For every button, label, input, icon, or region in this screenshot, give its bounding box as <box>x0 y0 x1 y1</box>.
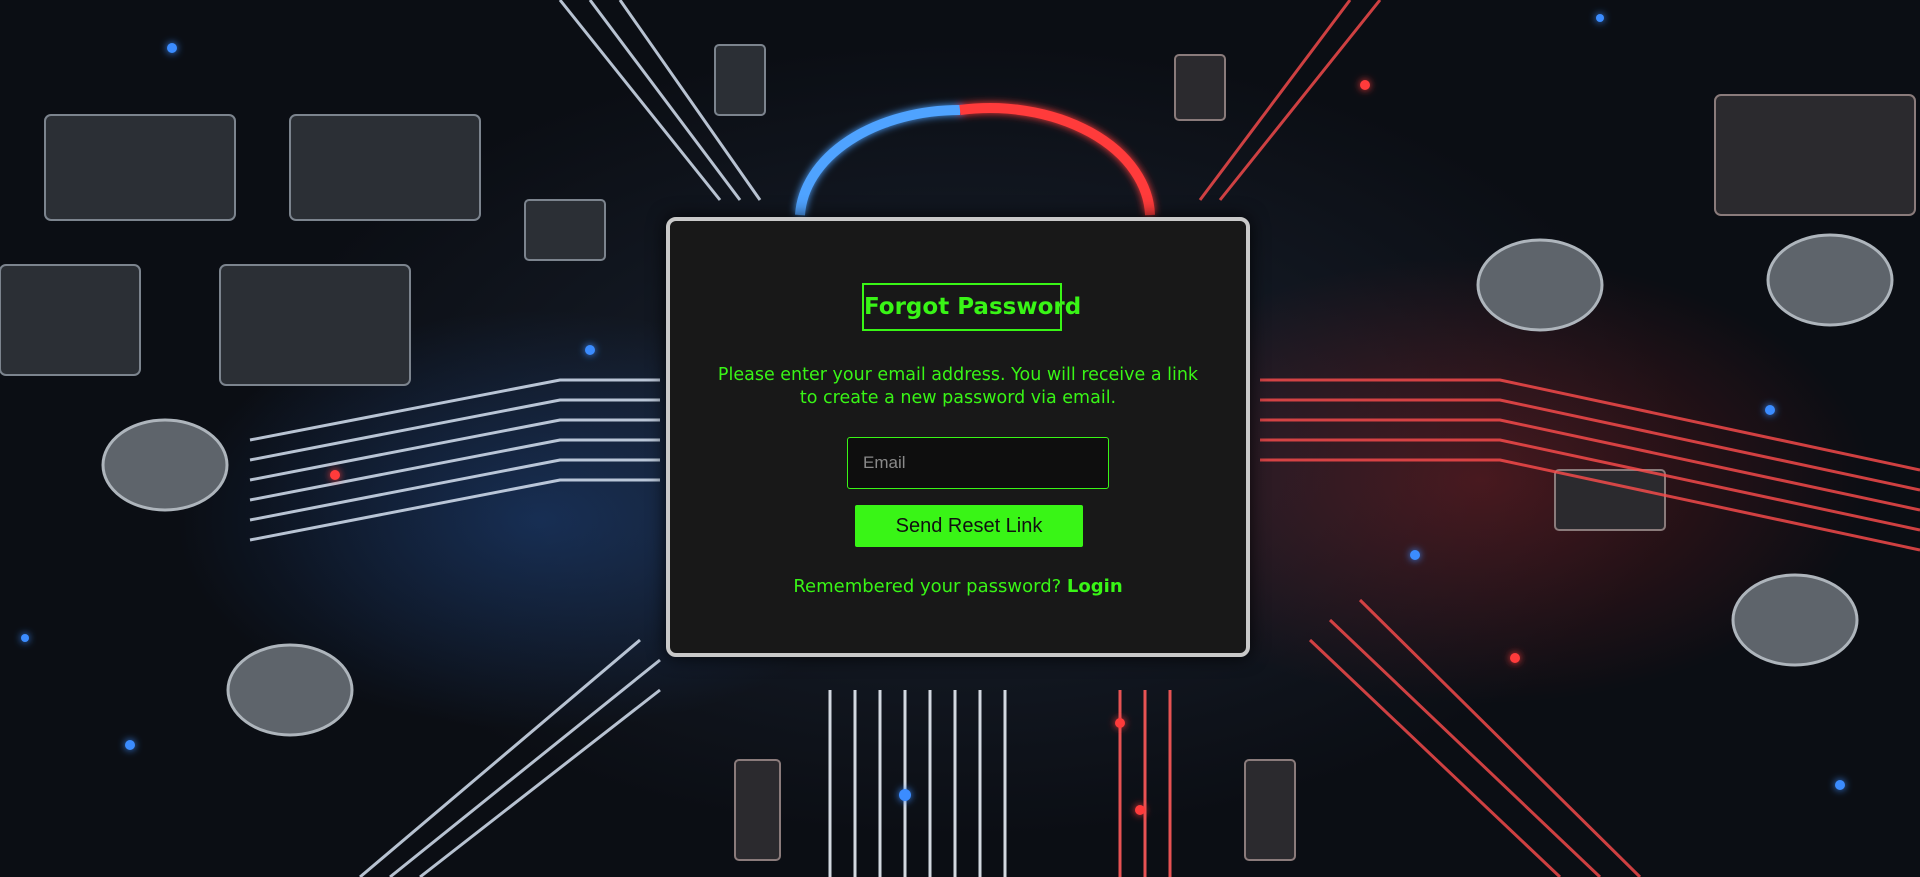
send-reset-link-button[interactable]: Send Reset Link <box>855 505 1083 547</box>
chip-shapes-left <box>0 44 766 386</box>
instructions-line-1: Please enter your email address. You wil… <box>717 365 1199 385</box>
remembered-password-text: Remembered your password? <box>793 576 1067 597</box>
email-input[interactable] <box>847 437 1109 489</box>
forgot-password-card: Forgot Password Please enter your email … <box>666 217 1250 657</box>
instructions-text: Please enter your email address. You wil… <box>690 364 1226 410</box>
page: Forgot Password Please enter your email … <box>0 0 1920 877</box>
remembered-password-row: Remembered your password? Login <box>670 575 1246 599</box>
traces-bottom <box>828 690 1007 877</box>
page-title: Forgot Password <box>862 283 1081 331</box>
glow-ring <box>795 103 1155 216</box>
instructions-line-2: to create a new password via email. <box>799 388 1117 408</box>
login-link[interactable]: Login <box>1067 576 1123 597</box>
